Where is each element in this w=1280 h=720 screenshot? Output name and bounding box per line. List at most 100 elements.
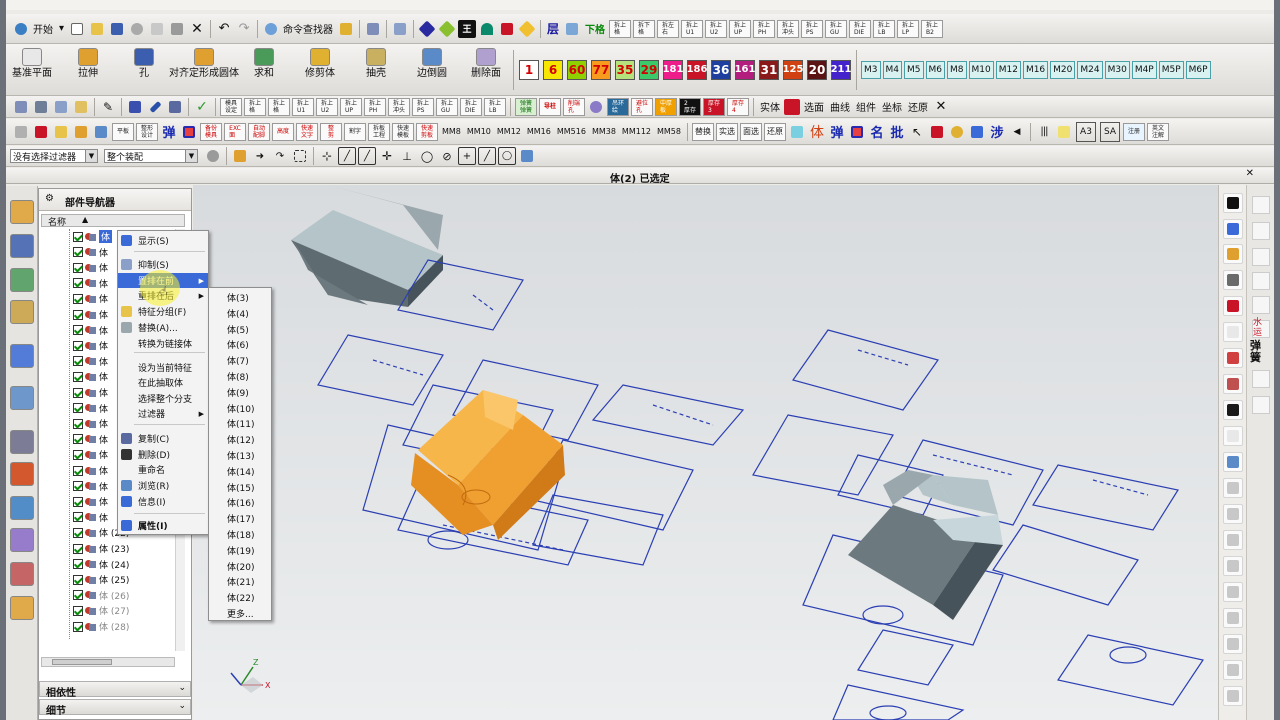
visibility-checkbox[interactable] xyxy=(73,356,83,367)
submenu-item[interactable]: 体(18) xyxy=(209,527,271,542)
right-side-tool[interactable] xyxy=(1252,370,1270,388)
cross-grid-icon-2[interactable] xyxy=(848,123,866,141)
right-tool-icon[interactable] xyxy=(1223,504,1243,524)
cross-grid-icon[interactable] xyxy=(180,123,198,141)
new-file-icon[interactable] xyxy=(68,20,86,38)
spring-char-icon[interactable]: 弹 xyxy=(160,123,178,141)
close-x-icon[interactable]: ✕ xyxy=(932,98,950,116)
submenu-item[interactable]: 体(4) xyxy=(209,306,271,321)
tree-row[interactable]: 体 xyxy=(73,479,108,494)
start-icon[interactable] xyxy=(12,20,30,38)
row1-mini-button[interactable]: 拆左 右 xyxy=(657,19,680,38)
tree-row[interactable]: 体 xyxy=(73,385,108,400)
submenu-item[interactable]: 更多... xyxy=(209,606,271,621)
color-mini-10[interactable]: 快速 剪板 xyxy=(416,122,438,141)
color-number-button[interactable]: 1 xyxy=(519,59,539,80)
visibility-checkbox[interactable] xyxy=(73,496,83,507)
step-arrow-icon[interactable]: ◀ xyxy=(1008,123,1026,141)
start-menu-label[interactable]: 开始 xyxy=(33,21,53,36)
paint-icon[interactable] xyxy=(337,20,355,38)
right-tool-icon[interactable] xyxy=(1223,193,1243,213)
type-filter-select[interactable]: 没有选择过滤器 ▼ xyxy=(10,149,98,163)
color-number-button[interactable]: 60 xyxy=(567,59,587,80)
batch-char-icon[interactable]: 批 xyxy=(888,123,906,141)
submenu-item[interactable]: 体(16) xyxy=(209,495,271,510)
mm-button[interactable]: MM112 xyxy=(622,127,651,136)
resource-tab-icon[interactable] xyxy=(10,562,34,586)
row1-mini-button[interactable]: 拆上 LP xyxy=(897,19,920,38)
m-thread-button[interactable]: M30 xyxy=(1104,60,1130,79)
submenu-item[interactable]: 体(11) xyxy=(209,416,271,431)
cyan-bars-icon[interactable] xyxy=(788,123,806,141)
color-mini-5[interactable]: 快速 文字 xyxy=(296,122,318,141)
visibility-checkbox[interactable] xyxy=(73,418,83,429)
color-number-button[interactable]: 211 xyxy=(831,59,851,80)
row3-mini-button[interactable]: 拆上 U1 xyxy=(292,97,314,116)
color-mini-4[interactable]: 高度 xyxy=(272,122,294,141)
submenu-item[interactable]: 体(13) xyxy=(209,448,271,463)
tree-row[interactable]: 体 (23) xyxy=(73,541,129,556)
arrow-icon[interactable]: ➜ xyxy=(251,147,269,165)
layer-grid-icon[interactable] xyxy=(563,20,581,38)
snap-tangent-icon[interactable]: ⊥ xyxy=(398,147,416,165)
color-number-button[interactable]: 29 xyxy=(639,59,659,80)
snap-line-icon[interactable]: ╱ xyxy=(338,147,356,165)
feature-button[interactable]: 对齐定形成圆体 xyxy=(169,45,239,95)
resource-tab-icon[interactable] xyxy=(10,596,34,620)
context-menu-item[interactable]: 设为当前特征 xyxy=(118,360,208,375)
row1-mini-button[interactable]: 拆上 U1 xyxy=(681,19,704,38)
right-tool-icon[interactable] xyxy=(1223,478,1243,498)
delete-x-icon[interactable]: ✕ xyxy=(188,20,206,38)
slot-button[interactable]: 削端孔 xyxy=(563,97,585,116)
arch-icon[interactable] xyxy=(478,20,496,38)
right-tool-icon[interactable] xyxy=(1223,686,1243,706)
resource-tab-icon[interactable] xyxy=(10,344,34,368)
submenu-item[interactable]: 体(3) xyxy=(209,290,271,305)
filter-reset-icon[interactable] xyxy=(204,147,222,165)
mm-button[interactable]: MM12 xyxy=(497,127,521,136)
resource-tab-icon[interactable] xyxy=(10,300,34,324)
submenu-item[interactable]: 体(7) xyxy=(209,353,271,368)
row3-text-button[interactable]: 坐标 xyxy=(882,99,902,114)
register-button[interactable]: 注册 xyxy=(1122,122,1145,141)
row3-text-button[interactable]: 选面 xyxy=(804,99,824,114)
command-finder-label[interactable]: 命令查找器 xyxy=(283,21,333,36)
snap-cube-icon[interactable] xyxy=(518,147,536,165)
snap-mid-icon[interactable]: ╱ xyxy=(358,147,376,165)
hscroll-thumb[interactable] xyxy=(52,659,112,665)
resource-tab-icon[interactable] xyxy=(10,200,34,224)
resource-tab-icon[interactable] xyxy=(10,386,34,410)
cn-button[interactable]: 面选 xyxy=(739,122,762,141)
color-mini-8[interactable]: 拆板 工程 xyxy=(368,122,390,141)
context-menu-item[interactable]: 转换为链接体 xyxy=(118,336,208,351)
tree-row[interactable]: 体 (24) xyxy=(73,557,129,572)
a3-button[interactable]: A3 xyxy=(1075,121,1096,142)
name-char-icon[interactable]: 名 xyxy=(868,123,886,141)
resource-tab-icon[interactable] xyxy=(10,430,34,454)
m-thread-button[interactable]: M4 xyxy=(882,60,902,79)
visibility-checkbox[interactable] xyxy=(73,309,83,320)
en-note-button[interactable]: 英文 注解 xyxy=(1146,122,1169,141)
m-thread-button[interactable]: M16 xyxy=(1022,60,1049,79)
round-button[interactable]: 避位孔 xyxy=(631,97,653,116)
red-cube-icon-2[interactable] xyxy=(928,123,946,141)
right-tool-icon[interactable] xyxy=(1223,400,1243,420)
plate3-button[interactable]: 厚存 3 xyxy=(703,97,725,116)
color-number-button[interactable]: 6 xyxy=(543,59,563,80)
row3-text-button[interactable]: 还原 xyxy=(908,99,928,114)
submenu-item[interactable]: 体(6) xyxy=(209,337,271,352)
tree-row[interactable]: 体 xyxy=(73,307,108,322)
yellow-cube-icon[interactable] xyxy=(52,123,70,141)
undo-icon[interactable]: ↶ xyxy=(215,20,233,38)
row3-text-button[interactable]: 实体 xyxy=(760,99,780,114)
dependency-panel[interactable]: 相依性 ⌄ xyxy=(39,681,191,699)
snap-inter-icon[interactable]: ✛ xyxy=(378,147,396,165)
cn-button[interactable]: 还原 xyxy=(763,122,786,141)
tree-row[interactable]: 体 (26) xyxy=(73,588,129,603)
red-square-icon[interactable] xyxy=(784,98,800,115)
row1-mini-button[interactable]: 拆上 UP xyxy=(729,19,752,38)
color-number-button[interactable]: 31 xyxy=(759,59,779,80)
color-number-button[interactable]: 35 xyxy=(615,59,635,80)
bar-button[interactable]: 吊环绘 xyxy=(607,97,629,116)
save-icon[interactable] xyxy=(108,20,126,38)
